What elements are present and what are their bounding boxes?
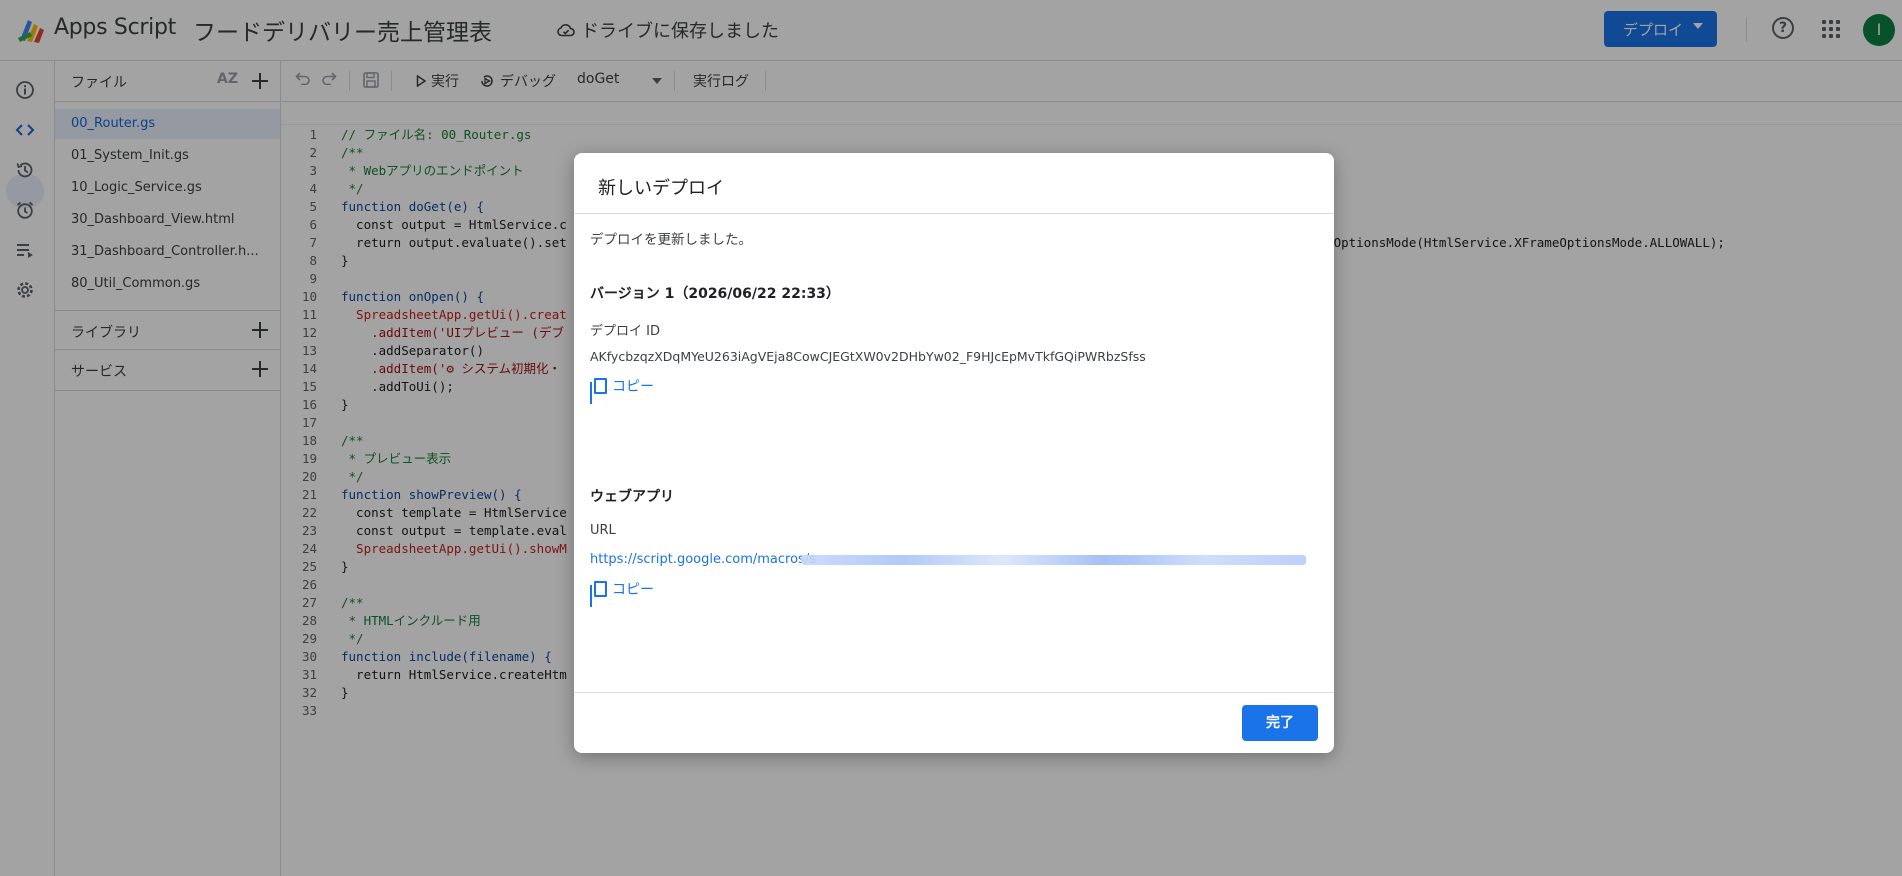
dialog-header: 新しいデプロイ <box>574 153 1334 214</box>
deploy-id-value: AKfycbzqzXDqMYeU263iAgVEja8CowCJEGtXW0v2… <box>590 349 1146 364</box>
copy-icon <box>590 378 607 394</box>
deploy-id-label: デプロイ ID <box>590 324 660 339</box>
copy-icon <box>590 581 607 597</box>
url-label: URL <box>590 523 616 538</box>
copy-label: コピー <box>612 379 654 395</box>
dialog-footer: 完了 <box>574 692 1334 753</box>
dialog-title: 新しいデプロイ <box>598 178 724 199</box>
copy-label: コピー <box>612 582 654 598</box>
copy-url-button[interactable]: コピー <box>590 579 654 599</box>
version-label: バージョン 1（2026/06/22 22:33） <box>590 286 840 302</box>
done-button[interactable]: 完了 <box>1242 705 1318 741</box>
deploy-updated-message: デプロイを更新しました。 <box>590 232 752 248</box>
webapp-url-link[interactable]: https://script.google.com/macros/s <box>590 552 816 567</box>
copy-deploy-id-button[interactable]: コピー <box>590 376 654 396</box>
webapp-section-title: ウェブアプリ <box>590 489 674 505</box>
new-deployment-dialog: 新しいデプロイ デプロイを更新しました。 バージョン 1（2026/06/22 … <box>574 153 1334 753</box>
redacted-url-blur <box>801 555 1306 565</box>
